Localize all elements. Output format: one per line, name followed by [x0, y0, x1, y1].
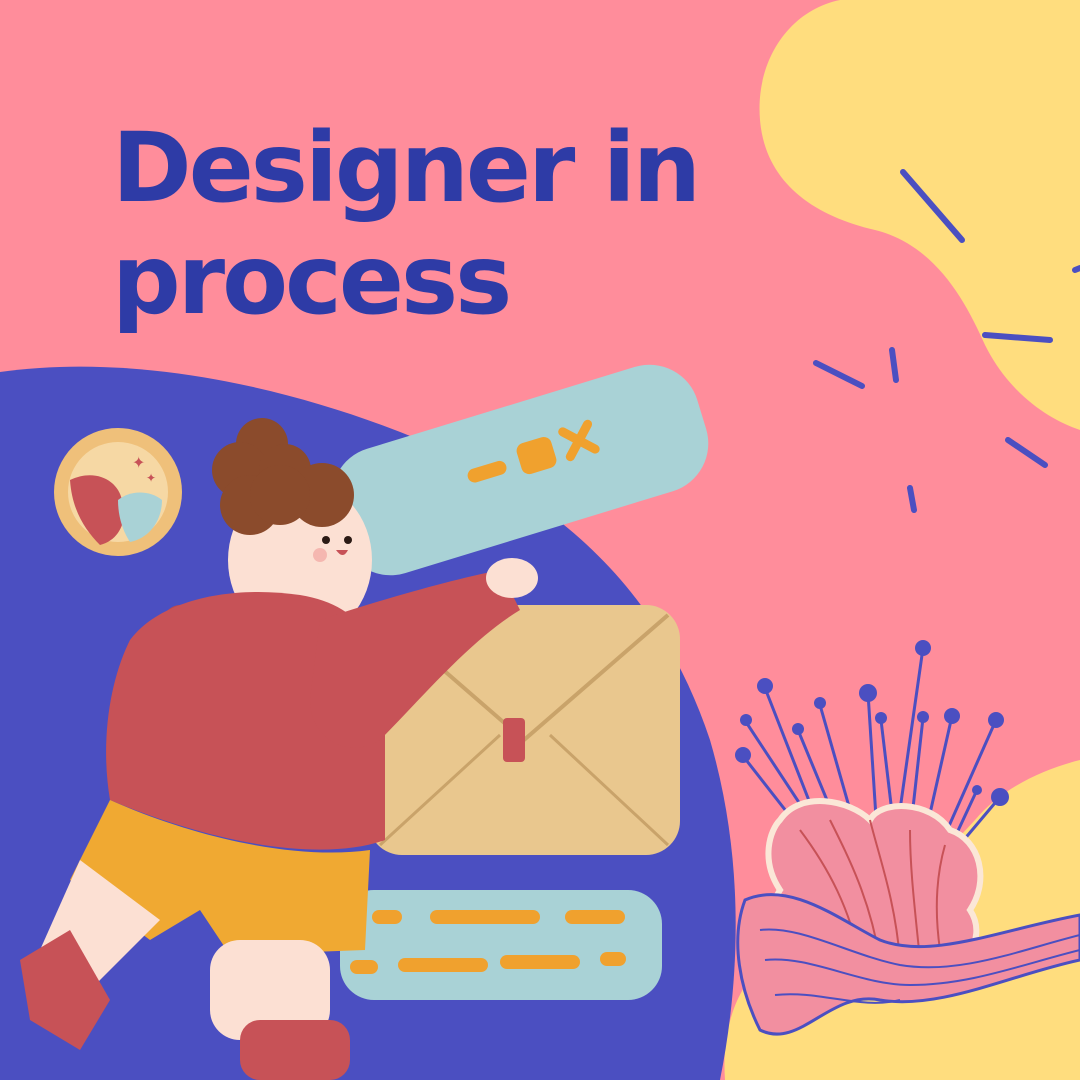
- title-line-2: process: [112, 224, 512, 336]
- yellow-blob-top: [759, 0, 1080, 430]
- poster-canvas: ✦ ✦ Designer in process: [0, 0, 1080, 1080]
- title-line-1: Designer in: [112, 112, 701, 224]
- svg-text:✦: ✦: [146, 471, 156, 485]
- page-title: Designer in process: [112, 112, 701, 336]
- svg-text:✦: ✦: [132, 453, 145, 472]
- form-card-icon: [340, 890, 662, 1000]
- landscape-badge-icon: ✦ ✦: [54, 428, 182, 556]
